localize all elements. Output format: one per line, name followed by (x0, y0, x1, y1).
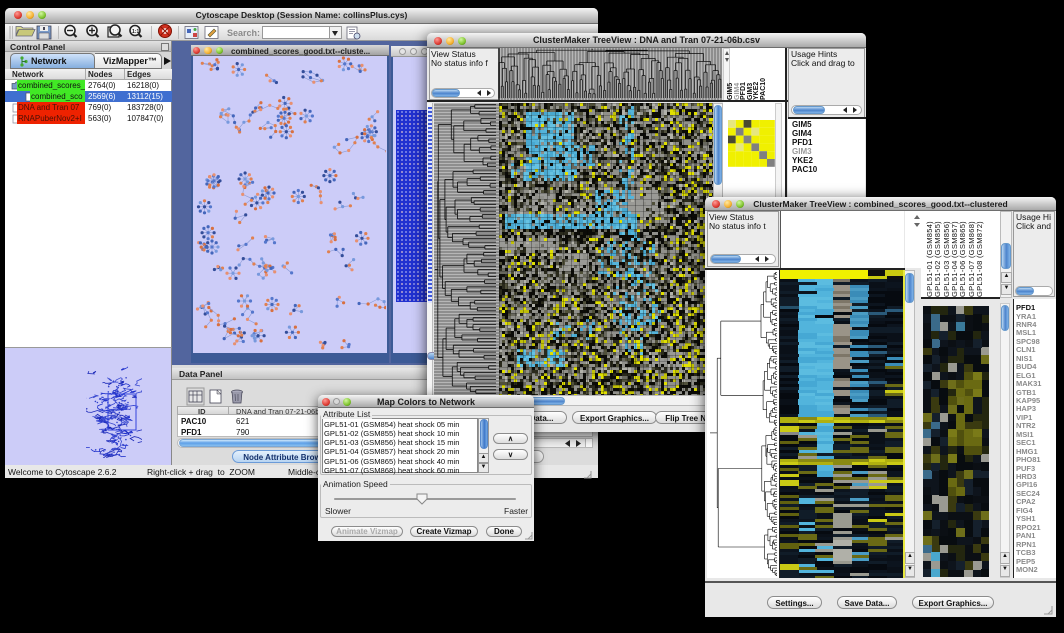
svg-text:1:1: 1:1 (132, 29, 139, 35)
